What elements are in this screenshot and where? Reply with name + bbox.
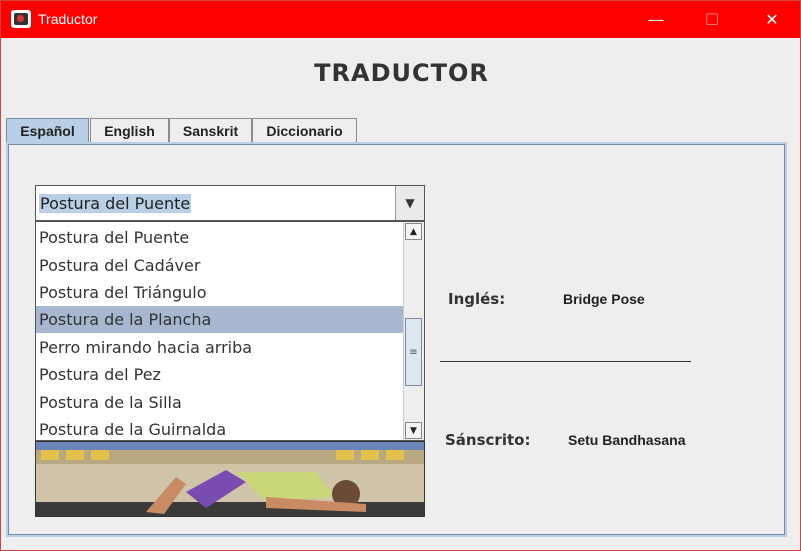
- list-item[interactable]: Postura del Triángulo: [36, 279, 404, 306]
- close-button[interactable]: ✕: [749, 1, 795, 38]
- dropdown-scrollbar[interactable]: ▲ ≡ ▼: [403, 222, 424, 440]
- pose-combobox[interactable]: Postura del Puente ▼: [35, 185, 425, 221]
- maximize-button[interactable]: ☐: [689, 1, 735, 38]
- sanskrit-label: Sánscrito:: [445, 431, 531, 449]
- english-value: Bridge Pose: [563, 291, 645, 307]
- page-title: TRADUCTOR: [314, 59, 489, 87]
- chevron-down-icon: ▼: [410, 425, 417, 436]
- dropdown-list[interactable]: Postura del Puente Postura del Cadáver P…: [35, 221, 425, 441]
- list-item[interactable]: Postura del Puente: [36, 224, 404, 251]
- list-item[interactable]: Postura de la Silla: [36, 389, 404, 416]
- tab-espanol[interactable]: Español: [6, 118, 89, 143]
- scroll-down-button[interactable]: ▼: [405, 422, 422, 439]
- grip-icon: ≡: [409, 346, 418, 358]
- list-item-highlighted[interactable]: Postura de la Plancha: [36, 306, 404, 333]
- tab-diccionario[interactable]: Diccionario: [252, 118, 357, 142]
- divider: [440, 361, 691, 362]
- close-icon: ✕: [765, 10, 779, 29]
- scrollbar-thumb[interactable]: ≡: [405, 318, 422, 386]
- window-title: Traductor: [38, 11, 98, 27]
- tab-sanskrit[interactable]: Sanskrit: [169, 118, 252, 142]
- minimize-button[interactable]: —: [633, 1, 679, 38]
- english-label: Inglés:: [448, 290, 506, 308]
- scroll-up-button[interactable]: ▲: [405, 223, 422, 240]
- chevron-up-icon: ▲: [410, 226, 417, 237]
- sanskrit-value: Setu Bandhasana: [568, 432, 686, 448]
- title-bar[interactable]: Traductor — ☐ ✕: [1, 1, 800, 38]
- chevron-down-icon: ▼: [405, 196, 415, 210]
- minimize-icon: —: [648, 10, 664, 29]
- tab-english[interactable]: English: [90, 118, 169, 142]
- list-item[interactable]: Perro mirando hacia arriba: [36, 334, 404, 361]
- pose-photo: [36, 442, 424, 516]
- app-icon: [11, 10, 31, 28]
- list-item[interactable]: Postura de la Guirnalda: [36, 416, 404, 440]
- app-window: Traductor — ☐ ✕ TRADUCTOR Español Englis…: [0, 0, 801, 551]
- combo-selected-value: Postura del Puente: [39, 194, 192, 213]
- maximize-icon: ☐: [704, 10, 720, 29]
- list-item[interactable]: Postura del Pez: [36, 361, 404, 388]
- combo-dropdown-button[interactable]: ▼: [395, 186, 424, 220]
- list-item[interactable]: Postura del Cadáver: [36, 252, 404, 279]
- pose-image: [35, 441, 425, 517]
